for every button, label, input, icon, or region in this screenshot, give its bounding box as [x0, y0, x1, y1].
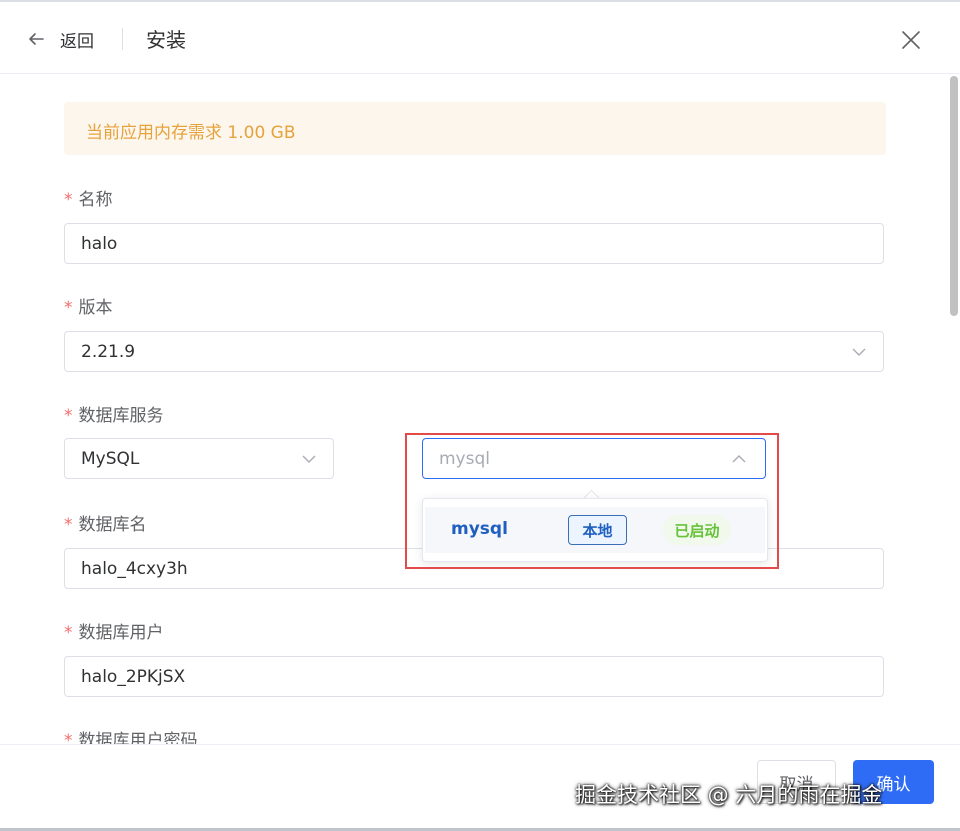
db-name-label: * 数据库名: [64, 510, 147, 535]
scrollbar-thumb[interactable]: [950, 76, 958, 316]
required-mark: *: [64, 298, 73, 318]
version-select[interactable]: 2.21.9: [64, 331, 884, 372]
back-button[interactable]: 返回: [26, 26, 94, 52]
required-mark: *: [64, 406, 73, 426]
page-title: 安装: [146, 28, 186, 52]
db-user-label: * 数据库用户: [64, 618, 164, 643]
version-label-text: 版本: [78, 298, 113, 318]
db-type-select[interactable]: MySQL: [64, 438, 334, 479]
db-password-label: * 数据库用户密码: [64, 726, 198, 744]
required-mark: *: [64, 623, 73, 643]
name-input[interactable]: halo: [64, 223, 884, 264]
name-label-text: 名称: [78, 190, 113, 210]
watermark: 掘金技术社区 @ 六月的雨在掘金: [575, 783, 883, 807]
arrow-left-icon: [29, 33, 44, 45]
annotation-highlight-box: [405, 433, 779, 569]
required-mark: *: [64, 515, 73, 535]
version-label: * 版本: [64, 293, 113, 318]
name-label: * 名称: [64, 185, 113, 210]
version-select-value: 2.21.9: [81, 342, 136, 362]
db-user-input[interactable]: halo_2PKjSX: [64, 656, 884, 697]
memory-alert-text: 当前应用内存需求 1.00 GB: [86, 123, 296, 143]
back-label: 返回: [60, 31, 94, 52]
name-input-value: halo: [81, 234, 118, 254]
chevron-down-icon: [852, 348, 866, 356]
required-mark: *: [64, 190, 73, 210]
close-icon[interactable]: [900, 29, 922, 51]
db-name-input-value: halo_4cxy3h: [81, 559, 188, 579]
memory-alert: 当前应用内存需求 1.00 GB: [64, 102, 886, 155]
dialog-header: 返回 安装: [0, 2, 960, 74]
db-password-label-text: 数据库用户密码: [78, 731, 198, 744]
db-service-label: * 数据库服务: [64, 401, 164, 426]
chevron-down-icon: [302, 455, 316, 463]
form-body[interactable]: 当前应用内存需求 1.00 GB * 名称 halo * 版本 2.21.9 * 数据…: [0, 74, 948, 744]
required-mark: *: [64, 731, 73, 744]
db-name-label-text: 数据库名: [78, 515, 147, 535]
db-service-label-text: 数据库服务: [78, 406, 164, 426]
dialog-footer: 取消 确认 掘金技术社区 @ 六月的雨在掘金: [0, 744, 960, 829]
db-type-select-value: MySQL: [81, 449, 140, 469]
db-user-label-text: 数据库用户: [78, 623, 164, 643]
header-divider: [122, 28, 123, 50]
db-user-input-value: halo_2PKjSX: [81, 667, 186, 687]
